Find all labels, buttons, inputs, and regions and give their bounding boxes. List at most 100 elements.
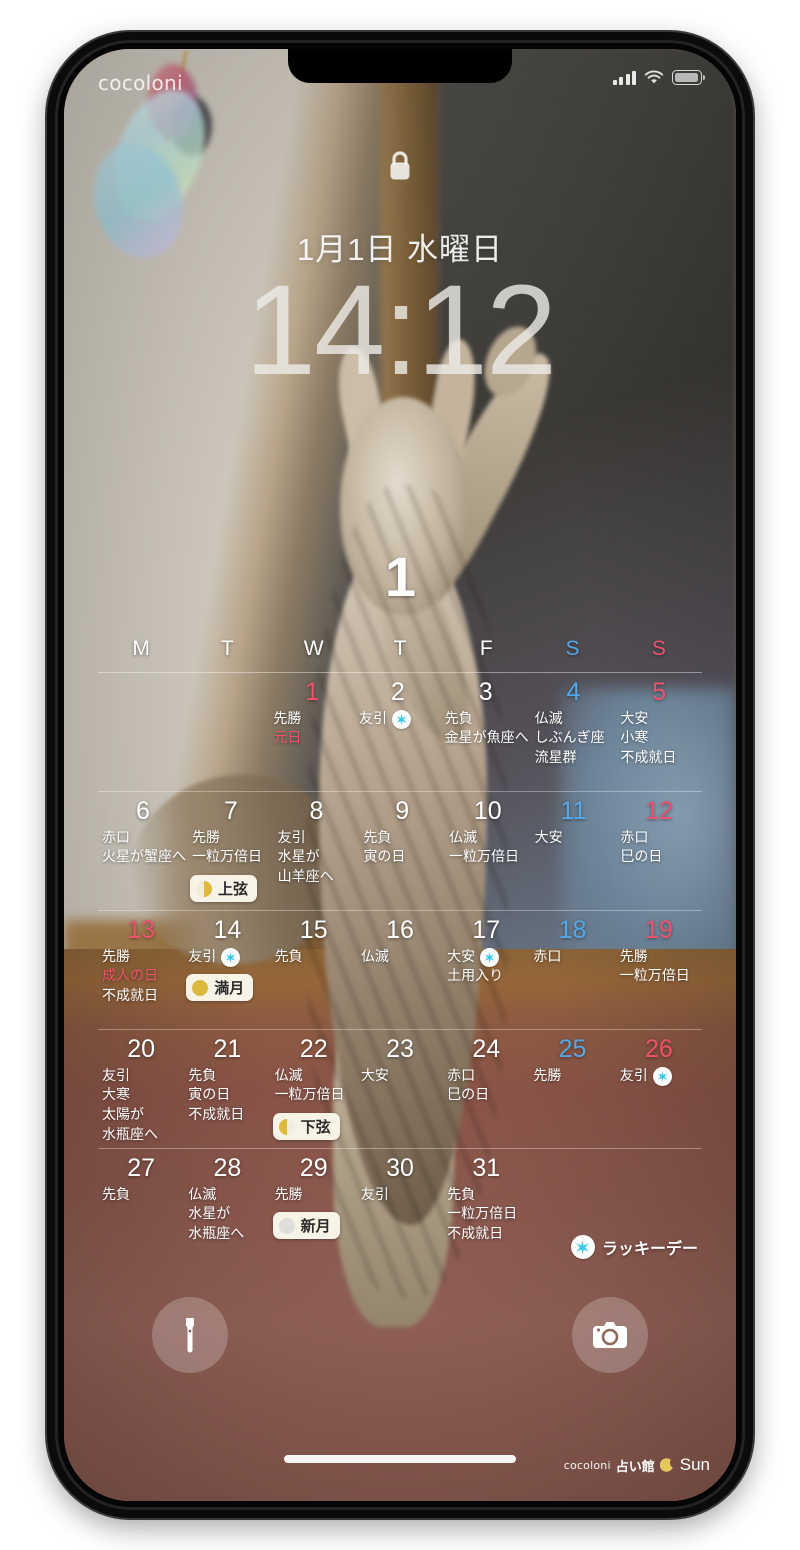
rokuyo-line: 赤口: [447, 1067, 527, 1087]
rokuyo-label: 先負: [188, 1067, 217, 1084]
calendar-day-cell[interactable]: 9 先負 寅の日: [359, 797, 445, 910]
calendar-day-cell[interactable]: 27 先負: [98, 1154, 184, 1267]
day-note: 大寒: [102, 1087, 130, 1104]
calendar-day-cell[interactable]: 7 先勝 一粒万倍日 上弦: [188, 797, 274, 910]
calendar-day-cell[interactable]: 18 赤口: [529, 916, 615, 1029]
rokuyo-line: 友引: [102, 1067, 182, 1087]
calendar-day-cell[interactable]: 30 友引: [357, 1154, 443, 1267]
calendar-day-cell[interactable]: 1 先勝 元日: [269, 678, 355, 791]
calendar-day-cell[interactable]: 15 先負: [271, 916, 357, 1029]
calendar-day-cell[interactable]: 12 赤口 巳の日: [616, 797, 702, 910]
day-note: 山羊座へ: [277, 869, 334, 886]
day-number: 29: [299, 1154, 328, 1182]
calendar-day-cell[interactable]: 8 友引 水星が 山羊座へ: [274, 797, 360, 910]
rokuyo-line: 先勝: [275, 1186, 355, 1206]
rokuyo-label: 大安: [447, 948, 476, 965]
calendar-day-cell[interactable]: 13 先勝 成人の日 不成就日: [98, 916, 184, 1029]
calendar-day-cell[interactable]: 22 仏滅 一粒万倍日 下弦: [271, 1035, 357, 1148]
rokuyo-line: 仏滅: [188, 1186, 268, 1206]
calendar-day-cell[interactable]: 31 先負 一粒万倍日 不成就日: [443, 1154, 529, 1267]
weekday-header-5: S: [565, 637, 580, 660]
cellular-bars-icon: [612, 70, 636, 85]
day-number: 12: [645, 797, 674, 825]
day-note: 不成就日: [447, 1226, 504, 1243]
day-number: 5: [652, 678, 667, 706]
calendar-day-cell[interactable]: 21 先負 寅の日 不成就日: [184, 1035, 270, 1148]
rokuyo-line: 先負: [363, 829, 443, 849]
calendar-empty-cell: [184, 679, 270, 791]
calendar-week-row: 6 赤口 火星が蟹座へ 7 先勝 一粒万倍日 上弦 8 友引 水星が 山羊座へ 9 先負 寅の日 10 仏滅一…: [98, 792, 702, 911]
rokuyo-label: 仏滅: [274, 1067, 303, 1084]
calendar-day-cell[interactable]: 2 友引: [355, 678, 441, 791]
rokuyo-line: 大安: [535, 829, 615, 849]
day-notes: 先負 金星が魚座へ: [443, 710, 529, 750]
day-number: 4: [566, 678, 581, 706]
rokuyo-line: 仏滅: [361, 948, 441, 968]
calendar-day-cell[interactable]: 29 先勝 新月: [271, 1154, 357, 1267]
day-number: 2: [390, 678, 405, 706]
day-note: 火星が蟹座へ: [102, 849, 186, 866]
calendar-day-cell[interactable]: 5 大安 小寒 不成就日: [616, 678, 702, 791]
moon-phase-badge: 上弦: [190, 875, 258, 903]
day-note: 土用入り: [447, 968, 504, 985]
rokuyo-label: 先負: [102, 1186, 130, 1203]
calendar-day-cell[interactable]: 16 仏滅: [357, 916, 443, 1029]
rokuyo-line: 先勝: [102, 948, 182, 968]
camera-button[interactable]: [572, 1297, 648, 1373]
calendar-day-cell[interactable]: 3 先負 金星が魚座へ: [441, 678, 531, 791]
footer-shop: 占い館: [615, 1459, 655, 1475]
rokuyo-label: 友引: [360, 1186, 389, 1203]
moon-phase-icon: [192, 979, 209, 996]
rokuyo-label: 先負: [444, 710, 473, 727]
day-notes: 先負: [273, 948, 355, 968]
calendar-day-cell[interactable]: 26 友引: [616, 1035, 702, 1148]
day-note: 一粒万倍日: [447, 1206, 518, 1223]
day-notes: 大安 土用入り: [445, 947, 527, 988]
day-note: 不成就日: [102, 988, 158, 1005]
rokuyo-label: 友引: [188, 948, 217, 965]
calendar-day-cell[interactable]: 14 友引 満月: [184, 916, 270, 1029]
moon-phase-badge: 満月: [186, 974, 254, 1002]
day-notes: 先勝: [531, 1067, 613, 1087]
flashlight-button[interactable]: [152, 1297, 228, 1373]
calendar-day-cell[interactable]: 6 赤口 火星が蟹座へ: [98, 797, 188, 910]
phone-device-frame: cocoloni 1月1日 水曜日 14:12 1 M T W T F S S …: [47, 32, 753, 1518]
weekday-header-6: S: [651, 637, 666, 660]
weekday-header-1: T: [221, 637, 234, 660]
day-note: 小寒: [620, 730, 649, 747]
calendar-day-cell[interactable]: 28 仏滅 水星が 水瓶座へ: [184, 1154, 270, 1267]
calendar-day-cell[interactable]: 25 先勝: [529, 1035, 615, 1148]
day-number: 26: [644, 1035, 673, 1063]
lock-screen[interactable]: cocoloni 1月1日 水曜日 14:12 1 M T W T F S S …: [64, 49, 736, 1501]
day-number: 13: [127, 916, 156, 944]
weekday-header-0: M: [132, 637, 150, 660]
lock-screen-clock: 14:12: [244, 259, 557, 402]
day-number: 28: [213, 1154, 242, 1182]
rokuyo-label: 仏滅: [534, 710, 563, 727]
rokuyo-label: 大安: [360, 1067, 389, 1084]
calendar-day-cell[interactable]: 24 赤口 巳の日: [443, 1035, 529, 1148]
calendar-day-cell[interactable]: 10 仏滅 一粒万倍日: [445, 797, 531, 910]
rokuyo-label: 先勝: [533, 1067, 562, 1084]
moon-phase-label: 上弦: [218, 880, 249, 899]
calendar-widget[interactable]: 1 MTWTFSS 1 先勝 元日 2 友引 3 先負 金星が魚座へ 4 仏滅 しぶんぎ座 流星群 5 大…: [98, 549, 702, 1267]
rokuyo-line: 赤口: [620, 829, 700, 849]
rokuyo-label: 先勝: [273, 710, 302, 727]
status-bar: [64, 63, 736, 91]
calendar-day-cell[interactable]: 23 大安: [357, 1035, 443, 1148]
calendar-day-cell[interactable]: 4 仏滅 しぶんぎ座 流星群: [531, 678, 617, 791]
day-number: 25: [558, 1035, 587, 1063]
day-number: 6: [136, 797, 150, 825]
home-indicator[interactable]: [284, 1455, 516, 1463]
rokuyo-line: 赤口: [533, 948, 613, 968]
rokuyo-label: 先負: [447, 1186, 476, 1203]
calendar-day-cell[interactable]: 11 大安: [531, 797, 617, 910]
calendar-day-cell[interactable]: 19 先勝 一粒万倍日: [616, 916, 702, 1029]
day-number: 8: [309, 797, 324, 825]
rokuyo-line: 友引: [188, 947, 268, 968]
rokuyo-line: 先負: [102, 1186, 182, 1206]
calendar-day-cell[interactable]: 20 友引 大寒 太陽が 水瓶座へ: [98, 1035, 184, 1148]
calendar-day-cell[interactable]: 17 大安 土用入り: [443, 916, 529, 1029]
rokuyo-label: 先負: [274, 948, 303, 965]
lock-screen-date: 1月1日 水曜日: [296, 232, 504, 267]
